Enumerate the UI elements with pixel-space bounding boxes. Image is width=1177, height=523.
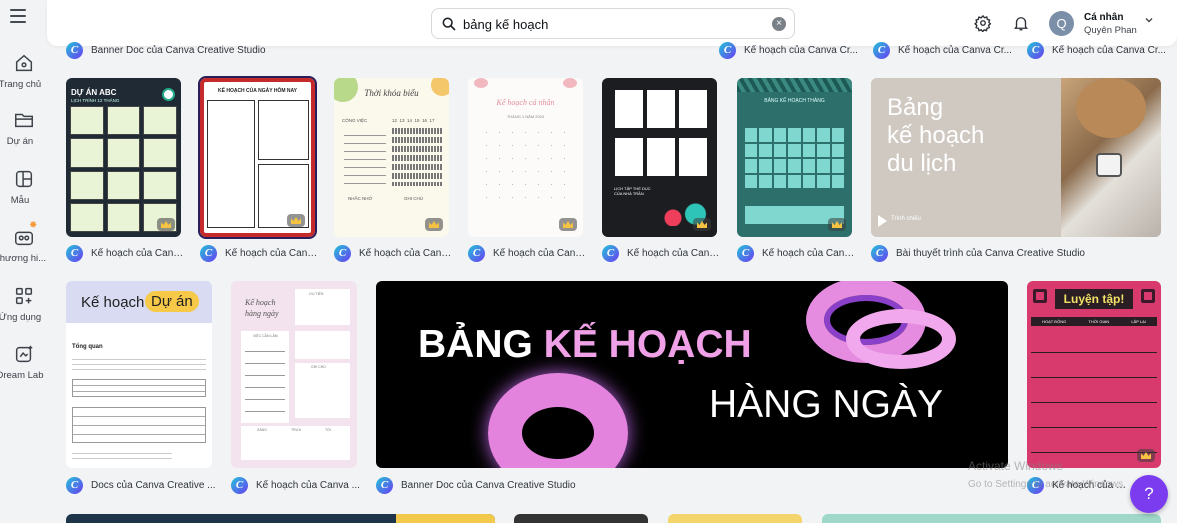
template-card-ke-hoach-du-an[interactable]: Kế hoạch Dự án Tổng quan	[66, 281, 212, 468]
premium-crown-icon	[693, 218, 711, 231]
sidebar-item-home[interactable]: Trang chủ	[0, 52, 47, 90]
sidebar-item-label: Ứng dụng	[0, 312, 42, 323]
brand-badge-icon: ✸	[29, 220, 38, 231]
canva-logo-icon: C	[737, 244, 754, 262]
canva-logo-icon: C	[200, 244, 217, 262]
sidebar-item-label: Dự án	[6, 136, 34, 147]
left-sidebar: Trang chủ Dự án Mẫu ✸ Thương hi... Ứng d…	[0, 0, 47, 523]
template-card-luyen-tap[interactable]: Luyện tập! HOẠT ĐỘNG THỜI GIAN LẶP LẠI	[1027, 281, 1161, 468]
sidebar-item-dream-lab[interactable]: Dream Lab	[0, 343, 47, 381]
play-icon[interactable]	[878, 215, 887, 227]
menu-icon[interactable]	[10, 9, 26, 23]
canva-logo-icon: C	[719, 41, 736, 59]
template-card-du-an-abc[interactable]: DỰ ÁN ABC LỊCH TRÌNH 12 THÁNG	[66, 78, 181, 237]
canva-logo-icon: C	[334, 244, 351, 262]
activate-windows-title: Activate Windows	[968, 459, 1063, 473]
search-input[interactable]	[463, 13, 763, 35]
sidebar-item-label: Trang chủ	[0, 79, 42, 90]
globe-icon	[162, 88, 175, 101]
template-card-ca-nhan[interactable]: Kế hoạch cá nhân THÁNG 1 NĂM 2024	[468, 78, 583, 237]
canva-logo-icon: C	[1027, 41, 1044, 59]
flower-decoration-icon	[474, 78, 488, 88]
canva-logo-icon: C	[231, 476, 248, 494]
flower-decoration-icon	[563, 78, 577, 88]
sidebar-item-label: Mẫu	[10, 195, 30, 206]
premium-crown-icon	[1137, 449, 1155, 462]
folder-icon	[14, 113, 33, 128]
template-card-row3-1[interactable]	[66, 514, 495, 523]
card-caption[interactable]: CKế hoạch của Canva ...	[66, 243, 186, 263]
notification-bell-icon[interactable]	[1012, 14, 1030, 32]
dumbbell-icon	[1141, 289, 1155, 303]
sidebar-item-templates[interactable]: Mẫu	[0, 168, 47, 206]
settings-gear-icon[interactable]	[974, 14, 992, 32]
account-user: Quyên Phan	[1084, 25, 1137, 36]
camera-illustration	[1096, 153, 1122, 177]
canva-logo-icon: C	[376, 476, 393, 494]
clear-search-button[interactable]: ×	[772, 17, 786, 31]
card-caption[interactable]: CKế hoạch của Canva ...	[200, 243, 320, 263]
card-caption[interactable]: CKế hoạch của Canva ...	[231, 475, 361, 495]
dumbbell-icon	[1033, 289, 1047, 303]
caption-previous-banner[interactable]: C Banner Doc của Canva Creative Studio	[66, 40, 396, 60]
card-caption[interactable]: CKế hoạch của Canva ...	[468, 243, 588, 263]
canva-logo-icon: C	[66, 476, 83, 494]
template-card-row3-3[interactable]	[668, 514, 802, 523]
sidebar-item-apps[interactable]: Ứng dụng	[0, 285, 47, 323]
premium-crown-icon	[559, 218, 577, 231]
sidebar-item-label: Dream Lab	[0, 370, 44, 381]
premium-crown-icon	[287, 214, 305, 227]
card-caption[interactable]: CKế hoạch của Canva ...	[602, 243, 722, 263]
pink-torus-illustration	[488, 373, 628, 468]
caption-previous-1[interactable]: C Kế hoạch của Canva Cr...	[719, 40, 869, 60]
card-caption[interactable]: CKế hoạch của Canva ...	[737, 243, 857, 263]
account-name[interactable]: Cá nhân	[1084, 12, 1123, 23]
search-bar[interactable]: ×	[431, 8, 795, 39]
canva-logo-icon: C	[66, 244, 83, 262]
card-caption[interactable]: C Bài thuyết trình của Canva Creative Stu…	[871, 243, 1161, 263]
pink-spiral-illustration	[846, 309, 956, 369]
canva-logo-icon: C	[871, 244, 888, 262]
canva-logo-icon: C	[66, 41, 83, 59]
apps-icon	[15, 287, 32, 305]
template-card-thang[interactable]: BẢNG KẾ HOẠCH THÁNG	[737, 78, 852, 237]
template-card-row3-4[interactable]	[822, 514, 1161, 523]
template-card-row3-2[interactable]	[514, 514, 648, 523]
template-card-the-duc[interactable]: LỊCH TẬP THỂ DỤC CỦA NHÀ TRẦN	[602, 78, 717, 237]
help-button[interactable]: ?	[1130, 475, 1168, 513]
template-icon	[15, 170, 32, 188]
card-caption[interactable]: C Banner Doc của Canva Creative Studio	[376, 475, 676, 495]
premium-crown-icon	[157, 218, 175, 231]
activate-windows-subtitle: Go to Settings to activate Windows.	[968, 479, 1126, 490]
dream-lab-icon	[15, 345, 32, 363]
avatar[interactable]: Q	[1049, 11, 1074, 36]
template-card-banner-hang-ngay[interactable]: BẢNG KẾ HOẠCH HÀNG NGÀY	[376, 281, 1008, 468]
sidebar-item-projects[interactable]: Dự án	[0, 109, 47, 147]
caption-previous-2[interactable]: C Kế hoạch của Canva Cr...	[873, 40, 1023, 60]
canva-logo-icon: C	[873, 41, 890, 59]
template-card-thoi-khoa-bieu[interactable]: Thời khóa biểu CÔNG VIỆC 12 13 14 15 16 …	[334, 78, 449, 237]
card-caption[interactable]: CKế hoạch của Canva ...	[334, 243, 454, 263]
premium-crown-icon	[828, 218, 846, 231]
hat-illustration	[1076, 78, 1146, 138]
template-card-ngay-hom-nay[interactable]: KẾ HOẠCH CỦA NGÀY HÔM NAY	[198, 76, 317, 239]
chevron-down-icon[interactable]	[1144, 15, 1154, 25]
caption-previous-3[interactable]: C Kế hoạch của Canva Cr...	[1027, 40, 1172, 60]
home-icon	[15, 54, 32, 72]
canva-logo-icon: C	[602, 244, 619, 262]
premium-crown-icon	[425, 218, 443, 231]
sidebar-item-brand[interactable]: ✸ Thương hi...	[0, 220, 47, 264]
sidebar-item-label: Thương hi...	[0, 253, 47, 264]
card-caption[interactable]: C Docs của Canva Creative ...	[66, 475, 216, 495]
template-card-hang-ngay[interactable]: Kế hoạch hàng ngày ƯU TIÊN VIỆC CẦN LÀM …	[231, 281, 357, 468]
template-card-du-lich[interactable]: Bảng kế hoạch du lịch Trình chiếu	[871, 78, 1161, 237]
canva-logo-icon: C	[468, 244, 485, 262]
search-icon	[442, 17, 456, 31]
